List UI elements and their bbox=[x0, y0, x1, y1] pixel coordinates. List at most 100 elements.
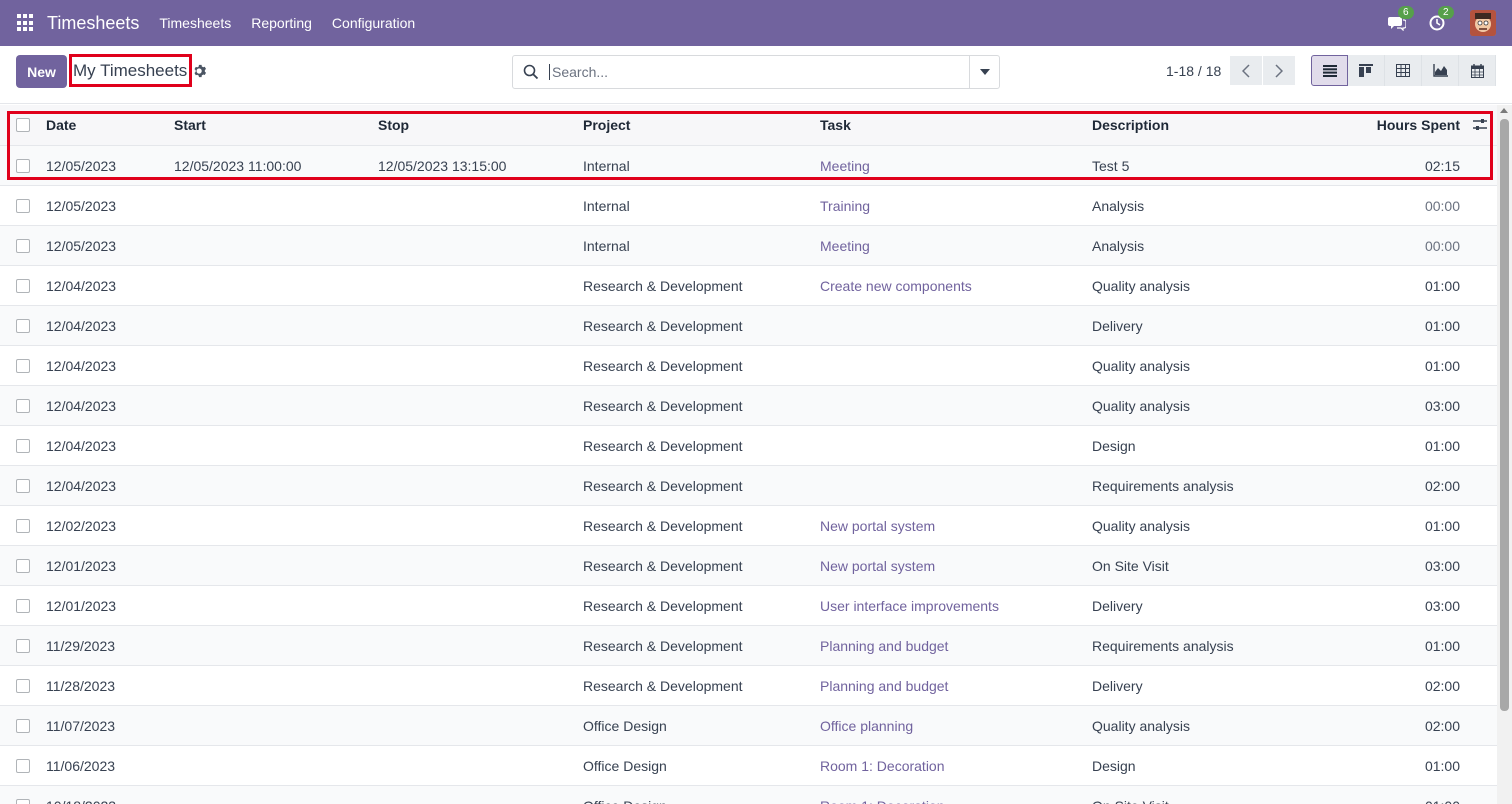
cell-description: Analysis bbox=[1092, 238, 1145, 254]
row-checkbox[interactable] bbox=[16, 319, 30, 333]
table-row[interactable]: 12/04/2023 Research & Development Quality … bbox=[0, 386, 1497, 426]
cell-task[interactable]: New portal system bbox=[820, 506, 935, 546]
cell-hours-spent: 01:00 bbox=[1424, 318, 1460, 334]
row-checkbox[interactable] bbox=[16, 439, 30, 453]
cell-date: 12/04/2023 bbox=[46, 478, 117, 494]
table-row[interactable]: 11/07/2023 Office Design Office planning Qu… bbox=[0, 706, 1497, 746]
cell-task[interactable]: Planning and budget bbox=[820, 626, 948, 666]
messages-button[interactable]: 6 bbox=[1386, 6, 1414, 34]
list-view-button[interactable] bbox=[1311, 55, 1348, 86]
cell-hours-spent: 02:00 bbox=[1424, 478, 1460, 494]
user-avatar[interactable] bbox=[1470, 10, 1496, 36]
menu-configuration[interactable]: Configuration bbox=[332, 15, 415, 31]
messages-badge: 6 bbox=[1398, 6, 1414, 19]
apps-menu-icon[interactable] bbox=[17, 14, 35, 32]
cell-hours-spent: 03:00 bbox=[1424, 598, 1460, 614]
table-row[interactable]: 12/05/2023 Internal Training Analysis 00:00 bbox=[0, 186, 1497, 226]
cell-hours-spent: 00:00 bbox=[1424, 238, 1460, 254]
pager-previous-button[interactable] bbox=[1230, 56, 1262, 85]
cell-task[interactable]: Meeting bbox=[820, 146, 870, 186]
header-date[interactable]: Date bbox=[46, 105, 76, 145]
pager-next-button[interactable] bbox=[1263, 56, 1295, 85]
table-row[interactable]: 12/04/2023 Research & Development Design 01… bbox=[0, 426, 1497, 466]
scroll-thumb[interactable] bbox=[1500, 119, 1509, 711]
cell-project: Research & Development bbox=[583, 518, 743, 534]
table-row[interactable]: 12/01/2023 Research & Development User int… bbox=[0, 586, 1497, 626]
chevron-left-icon bbox=[1242, 63, 1250, 78]
table-row[interactable]: 12/04/2023 Research & Development Create n… bbox=[0, 266, 1497, 306]
select-all-checkbox[interactable] bbox=[16, 118, 30, 132]
header-hours-spent[interactable]: Hours Spent bbox=[1340, 105, 1460, 145]
cell-hours-spent: 01:00 bbox=[1424, 758, 1460, 774]
app-brand[interactable]: Timesheets bbox=[47, 13, 139, 34]
gear-icon[interactable] bbox=[193, 64, 207, 78]
header-description[interactable]: Description bbox=[1092, 105, 1169, 145]
table-row[interactable]: 11/28/2023 Research & Development Planning… bbox=[0, 666, 1497, 706]
row-checkbox[interactable] bbox=[16, 639, 30, 653]
table-row[interactable]: 12/04/2023 Research & Development Delivery… bbox=[0, 306, 1497, 346]
table-row[interactable]: 12/05/2023 12/05/2023 11:00:00 12/05/2023 … bbox=[0, 146, 1497, 186]
row-checkbox[interactable] bbox=[16, 599, 30, 613]
header-start[interactable]: Start bbox=[174, 105, 206, 145]
row-checkbox[interactable] bbox=[16, 199, 30, 213]
row-checkbox[interactable] bbox=[16, 359, 30, 373]
cell-description: Requirements analysis bbox=[1092, 638, 1234, 654]
calendar-view-button[interactable] bbox=[1459, 55, 1496, 86]
column-settings-icon[interactable] bbox=[1472, 117, 1488, 133]
row-checkbox[interactable] bbox=[16, 719, 30, 733]
row-checkbox[interactable] bbox=[16, 679, 30, 693]
cell-task[interactable]: New portal system bbox=[820, 546, 935, 586]
search-input[interactable] bbox=[549, 64, 969, 80]
cell-description: Quality analysis bbox=[1092, 278, 1191, 294]
new-button[interactable]: New bbox=[16, 55, 67, 88]
header-stop[interactable]: Stop bbox=[378, 105, 409, 145]
table-row[interactable]: 12/02/2023 Research & Development New port… bbox=[0, 506, 1497, 546]
header-task[interactable]: Task bbox=[820, 105, 851, 145]
row-checkbox[interactable] bbox=[16, 759, 30, 773]
pager-value[interactable]: 1-18 / 18 bbox=[1166, 63, 1221, 79]
header-project[interactable]: Project bbox=[583, 105, 630, 145]
row-checkbox[interactable] bbox=[16, 799, 30, 804]
search-options-toggle[interactable] bbox=[969, 56, 999, 88]
graph-view-button[interactable] bbox=[1422, 55, 1459, 86]
row-checkbox[interactable] bbox=[16, 479, 30, 493]
cell-start: 12/05/2023 11:00:00 bbox=[174, 158, 302, 174]
cell-description: Analysis bbox=[1092, 198, 1145, 214]
scroll-up-arrow-icon[interactable] bbox=[1500, 108, 1508, 113]
cell-task[interactable]: Planning and budget bbox=[820, 666, 948, 706]
kanban-view-button[interactable] bbox=[1348, 55, 1385, 86]
row-checkbox[interactable] bbox=[16, 559, 30, 573]
row-checkbox[interactable] bbox=[16, 239, 30, 253]
table-row[interactable]: 12/04/2023 Research & Development Quality … bbox=[0, 346, 1497, 386]
list-icon bbox=[1322, 64, 1337, 77]
grid-view-button[interactable] bbox=[1385, 55, 1422, 86]
avatar-image bbox=[1470, 10, 1496, 36]
table-row[interactable]: 12/05/2023 Internal Meeting Analysis 00:00 bbox=[0, 226, 1497, 266]
cell-project: Research & Development bbox=[583, 398, 743, 414]
cell-description: Design bbox=[1092, 438, 1136, 454]
menu-reporting[interactable]: Reporting bbox=[251, 15, 312, 31]
row-checkbox[interactable] bbox=[16, 159, 30, 173]
row-checkbox[interactable] bbox=[16, 279, 30, 293]
cell-task[interactable]: Office planning bbox=[820, 706, 913, 746]
cell-task[interactable]: Create new components bbox=[820, 266, 972, 306]
cell-task[interactable]: User interface improvements bbox=[820, 586, 999, 626]
activities-button[interactable]: 2 bbox=[1426, 6, 1454, 34]
table-row[interactable]: 12/01/2023 Research & Development New port… bbox=[0, 546, 1497, 586]
vertical-scrollbar[interactable] bbox=[1497, 105, 1512, 804]
cell-date: 10/18/2023 bbox=[46, 786, 116, 804]
row-checkbox[interactable] bbox=[16, 399, 30, 413]
cell-project: Research & Development bbox=[583, 278, 743, 294]
cell-task[interactable]: Room 1: Decoration bbox=[820, 786, 945, 804]
table-row[interactable]: 11/29/2023 Research & Development Planning… bbox=[0, 626, 1497, 666]
table-row[interactable]: 12/04/2023 Research & Development Requirem… bbox=[0, 466, 1497, 506]
table-row[interactable]: 11/06/2023 Office Design Room 1: Decoratio… bbox=[0, 746, 1497, 786]
cell-hours-spent: 01:00 bbox=[1424, 278, 1460, 294]
cell-task[interactable]: Meeting bbox=[820, 226, 870, 266]
cell-task[interactable]: Room 1: Decoration bbox=[820, 746, 945, 786]
menu-timesheets[interactable]: Timesheets bbox=[159, 15, 231, 31]
cell-task[interactable]: Training bbox=[820, 186, 870, 226]
cell-project: Office Design bbox=[583, 758, 667, 774]
row-checkbox[interactable] bbox=[16, 519, 30, 533]
table-row[interactable]: 10/18/2023 Office Design Room 1: Decoratio… bbox=[0, 786, 1497, 804]
